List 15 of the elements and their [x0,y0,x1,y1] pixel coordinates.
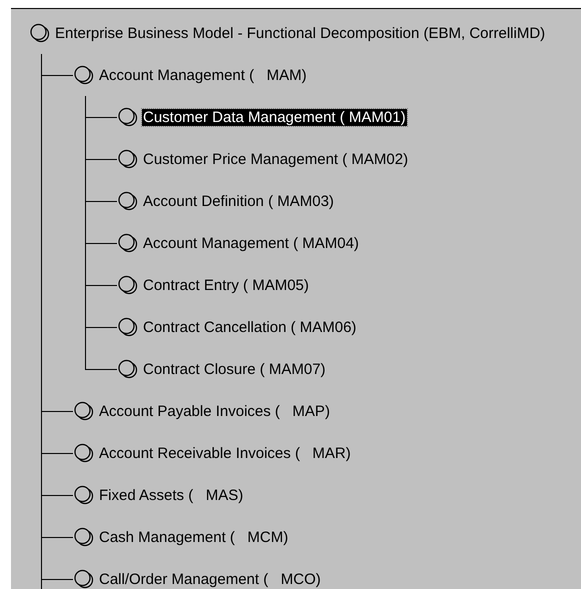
tree-item[interactable]: Enterprise Business Model - Functional Decomposition (EBM, CorrelliMD) [54,24,546,42]
tree-item[interactable]: Account Definition ( MAM03) [142,192,335,210]
tree-item[interactable]: Call/Order Management ( MCO) [98,570,322,588]
tree-item[interactable]: Contract Cancellation ( MAM06) [142,318,358,336]
tree-item[interactable]: Customer Data Management ( MAM01) [142,108,407,126]
tree-item[interactable]: Fixed Assets ( MAS) [98,486,244,504]
tree-item[interactable]: Contract Closure ( MAM07) [142,360,327,378]
tree-item[interactable]: Account Management ( MAM04) [142,234,360,252]
tree-item[interactable]: Account Receivable Invoices ( MAR) [98,444,352,462]
tree-item[interactable]: Cash Management ( MCM) [98,528,290,546]
tree-item[interactable]: Account Payable Invoices ( MAP) [98,402,331,420]
tree-item[interactable]: Customer Price Management ( MAM02) [142,150,410,168]
tree-item[interactable]: Account Management ( MAM) [98,66,308,84]
tree-item[interactable]: Contract Entry ( MAM05) [142,276,310,294]
node-icon [29,23,51,43]
